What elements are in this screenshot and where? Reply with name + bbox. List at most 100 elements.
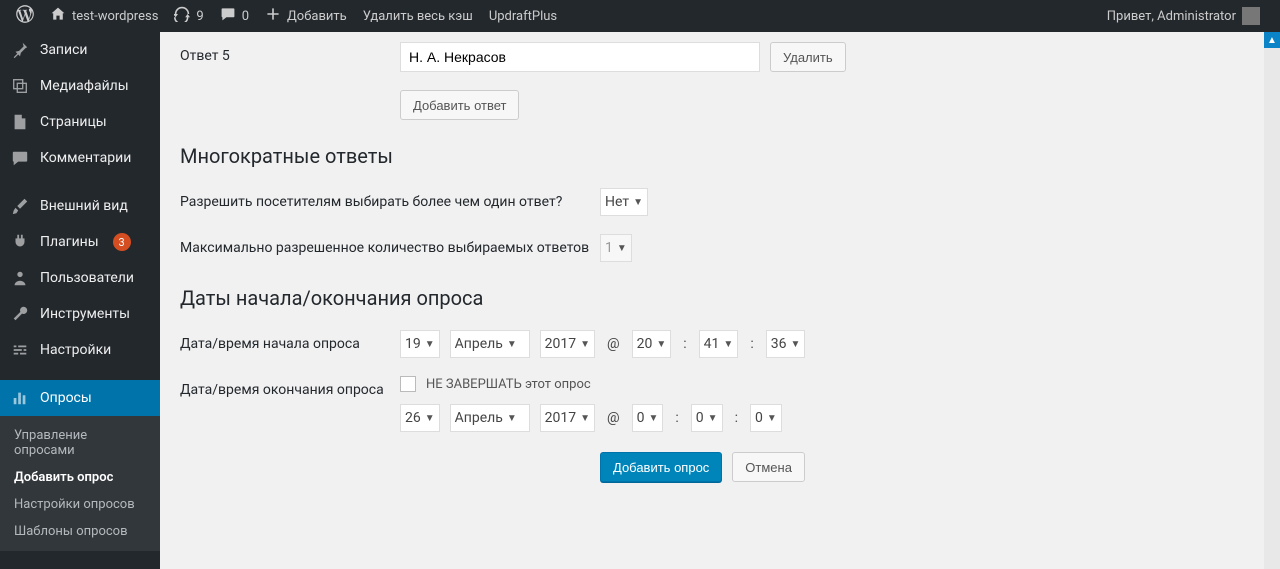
menu-media-label: Медиафайлы [40,78,129,94]
menu-media[interactable]: Медиафайлы [0,68,160,104]
menu-pages-label: Страницы [40,114,107,130]
menu-settings-label: Настройки [40,342,111,358]
caret-icon: ▼ [656,339,666,350]
delete-answer-button[interactable]: Удалить [770,42,846,72]
start-day-select[interactable]: 19▼ [400,330,440,358]
avatar [1242,7,1260,25]
menu-loco[interactable]: Loco Translate [0,563,160,569]
refresh-icon [174,6,190,26]
scrollbar[interactable]: ▲ [1264,32,1280,569]
sliders-icon [10,340,30,360]
caret-icon: ▼ [580,413,590,424]
caret-icon: ▼ [649,413,659,424]
menu-users[interactable]: Пользователи [0,260,160,296]
menu-comments-label: Комментарии [40,150,131,166]
wrench-icon [10,304,30,324]
updates-link[interactable]: 9 [166,0,211,32]
submenu-add[interactable]: Добавить опрос [0,464,160,491]
max-answers-label: Максимально разрешенное количество выбир… [180,234,600,256]
start-year-select[interactable]: 2017▼ [540,330,595,358]
colon-separator: : [733,410,740,426]
menu-tools-label: Инструменты [40,306,130,322]
start-month-select[interactable]: Апрель▼ [450,330,530,358]
comments-link[interactable]: 0 [212,0,257,32]
colon-separator: : [673,410,680,426]
submenu-templates[interactable]: Шаблоны опросов [0,518,160,545]
admin-bar: test-wordpress 9 0 Добавить Удалить весь… [0,0,1280,32]
caret-icon: ▼ [425,413,435,424]
menu-comments[interactable]: Комментарии [0,140,160,176]
chart-icon [10,388,30,408]
end-sec-select[interactable]: 0▼ [750,404,782,432]
submit-row: Добавить опрос Отмена [180,452,1260,482]
dont-end-checkbox[interactable] [400,376,416,392]
submenu-options[interactable]: Настройки опросов [0,491,160,518]
allow-multi-select[interactable]: Нет ▼ [600,188,648,216]
add-new-label: Добавить [287,9,347,24]
max-answers-select[interactable]: 1 ▼ [600,234,632,262]
start-date-label: Дата/время начала опроса [180,330,400,352]
at-separator: @ [605,336,622,352]
plugin-icon [10,232,30,252]
clear-cache-link[interactable]: Удалить весь кэш [355,0,481,32]
submenu-manage[interactable]: Управление опросами [0,422,160,464]
submit-button[interactable]: Добавить опрос [600,452,722,482]
allow-multi-row: Разрешить посетителям выбирать более чем… [180,188,1260,216]
end-hour-select[interactable]: 0▼ [632,404,664,432]
account-link[interactable]: Привет, Administrator [1099,0,1268,32]
scroll-up-icon[interactable]: ▲ [1264,32,1280,48]
end-year-select[interactable]: 2017▼ [540,404,595,432]
menu-appearance-label: Внешний вид [40,198,128,214]
comments-count: 0 [242,9,249,24]
menu-pages[interactable]: Страницы [0,104,160,140]
add-answer-button[interactable]: Добавить ответ [400,90,519,120]
site-name-link[interactable]: test-wordpress [42,0,166,32]
menu-appearance[interactable]: Внешний вид [0,188,160,224]
start-hour-select[interactable]: 20▼ [632,330,672,358]
caret-icon: ▼ [580,339,590,350]
menu-posts-label: Записи [40,42,88,58]
menu-posts[interactable]: Записи [0,32,160,68]
allow-multi-label: Разрешить посетителям выбирать более чем… [180,188,600,210]
user-icon [10,268,30,288]
media-icon [10,76,30,96]
at-separator: @ [605,410,622,426]
menu-settings[interactable]: Настройки [0,332,160,368]
wordpress-icon [16,5,34,27]
menu-plugins[interactable]: Плагины 3 [0,224,160,260]
caret-icon: ▼ [425,339,435,350]
submenu-polls: Управление опросами Добавить опрос Настр… [0,416,160,551]
end-min-select[interactable]: 0▼ [691,404,723,432]
start-min-select[interactable]: 41▼ [699,330,739,358]
updraft-label: UpdraftPlus [489,9,557,24]
wp-logo[interactable] [8,0,42,32]
pin-icon [10,40,30,60]
menu-polls-label: Опросы [40,390,92,406]
comment-icon [220,6,236,26]
add-answer-row: Добавить ответ [180,90,1260,120]
howdy-text: Привет, Administrator [1107,9,1236,24]
answer5-input[interactable] [400,42,760,72]
allow-multi-value: Нет [605,194,629,210]
menu-plugins-label: Плагины [40,234,99,250]
add-new-link[interactable]: Добавить [257,0,355,32]
end-day-select[interactable]: 26▼ [400,404,440,432]
max-answers-value: 1 [605,240,613,256]
menu-polls[interactable]: Опросы [0,380,160,416]
menu-tools[interactable]: Инструменты [0,296,160,332]
caret-icon: ▼ [767,413,777,424]
answer5-label: Ответ 5 [180,42,400,64]
updates-count: 9 [196,9,203,24]
end-date-row: Дата/время окончания опроса НЕ ЗАВЕРШАТЬ… [180,376,1260,432]
dont-end-label: НЕ ЗАВЕРШАТЬ этот опрос [426,377,591,392]
start-sec-select[interactable]: 36▼ [766,330,806,358]
plus-icon [265,6,281,26]
start-date-row: Дата/время начала опроса 19▼ Апрель▼ 201… [180,330,1260,358]
caret-icon: ▼ [633,197,643,208]
brush-icon [10,196,30,216]
updraft-link[interactable]: UpdraftPlus [481,0,565,32]
end-month-select[interactable]: Апрель▼ [450,404,530,432]
cancel-button[interactable]: Отмена [732,452,805,482]
max-answers-row: Максимально разрешенное количество выбир… [180,234,1260,262]
answer5-row: Ответ 5 Удалить [180,42,1260,72]
